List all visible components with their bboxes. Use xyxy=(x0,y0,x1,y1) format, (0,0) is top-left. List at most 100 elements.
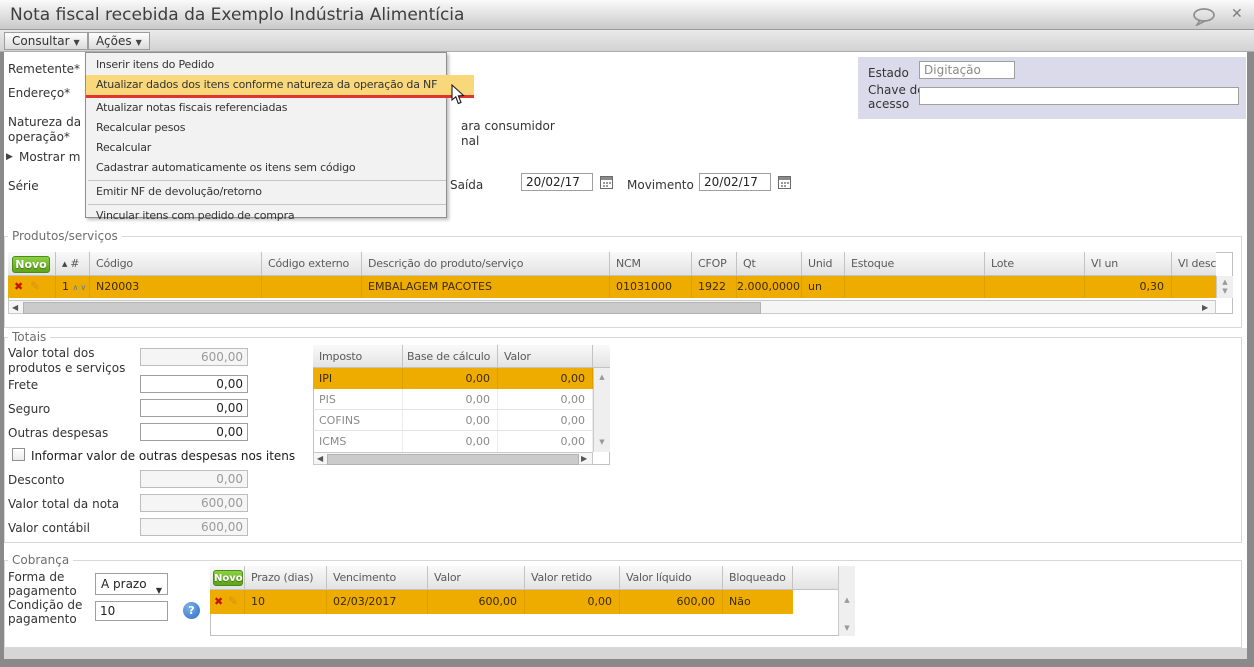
delete-row-icon[interactable]: ✖ xyxy=(14,281,23,293)
scroll-left-icon[interactable]: ◀ xyxy=(12,303,18,313)
menu-item-atualizar-dados-itens[interactable]: Atualizar dados dos itens conforme natur… xyxy=(86,75,474,98)
calendar-icon[interactable] xyxy=(600,175,613,189)
products-row-vl-un[interactable]: 0,30 xyxy=(1085,276,1172,298)
scroll-up-icon[interactable]: ▲ xyxy=(594,373,610,381)
edit-row-icon[interactable]: ✎ xyxy=(228,595,238,607)
payments-header-valor-liquido[interactable]: Valor líquido xyxy=(620,566,723,590)
products-header-vl-desc[interactable]: Vl desc xyxy=(1172,252,1216,276)
products-vertical-scroll[interactable]: ▲ ▼ xyxy=(1216,276,1233,298)
comment-bubble-icon[interactable] xyxy=(1192,8,1218,26)
impostos-row-cofins-name[interactable]: COFINS xyxy=(313,410,403,431)
payments-new-button[interactable]: Novo xyxy=(213,570,243,586)
products-row-lote[interactable] xyxy=(985,276,1085,298)
impostos-row-pis-name[interactable]: PIS xyxy=(313,389,403,410)
impostos-header-base[interactable]: Base de cálculo xyxy=(403,345,498,368)
products-header-codigo[interactable]: Código xyxy=(90,252,262,276)
mostrar-mais-link[interactable]: Mostrar m xyxy=(19,150,80,164)
impostos-row-pis-base[interactable]: 0,00 xyxy=(403,389,498,410)
products-row-qt[interactable]: 2.000,0000 xyxy=(737,276,802,298)
products-header-unid[interactable]: Unid xyxy=(802,252,845,276)
payments-row-valor[interactable]: 600,00 xyxy=(428,590,525,614)
impostos-row-ipi-name[interactable]: IPI xyxy=(313,368,403,389)
menu-button-acoes[interactable]: Ações ▼ xyxy=(88,32,150,50)
products-row-unid[interactable]: un xyxy=(802,276,845,298)
products-header-descricao[interactable]: Descrição do produto/serviço xyxy=(362,252,610,276)
frete-field[interactable] xyxy=(140,375,248,393)
reorder-up-down-icons[interactable]: ∧∨ xyxy=(73,283,89,292)
products-header-index[interactable]: ▲ # xyxy=(56,252,90,276)
products-header-estoque[interactable]: Estoque xyxy=(845,252,985,276)
menu-button-consultar[interactable]: Consultar ▼ xyxy=(4,32,88,50)
products-header-vl-un[interactable]: Vl un xyxy=(1085,252,1172,276)
payments-header-vencimento[interactable]: Vencimento xyxy=(327,566,428,590)
impostos-row-ipi-valor[interactable]: 0,00 xyxy=(498,368,593,389)
products-row-estoque[interactable] xyxy=(845,276,985,298)
outras-despesas-checkbox[interactable] xyxy=(12,448,25,461)
scroll-up-icon[interactable]: ▲ xyxy=(839,596,855,604)
products-scrollbar-thumb[interactable] xyxy=(23,302,761,314)
products-row-vl-desc[interactable] xyxy=(1172,276,1216,298)
movimento-date-field[interactable] xyxy=(699,173,771,191)
products-row-index-cell[interactable]: 1 ∧∨ xyxy=(56,276,90,298)
scroll-down-icon[interactable]: ▼ xyxy=(839,624,855,632)
payments-vertical-scroll[interactable]: ▲ ▼ xyxy=(838,566,855,636)
products-new-button[interactable]: Novo xyxy=(12,256,50,273)
chave-acesso-field[interactable] xyxy=(919,87,1239,105)
scroll-left-icon[interactable]: ◀ xyxy=(317,454,323,464)
condicao-pagamento-field[interactable] xyxy=(95,601,168,621)
payments-row-vencimento[interactable]: 02/03/2017 xyxy=(327,590,428,614)
menu-item-recalcular-pesos[interactable]: Recalcular pesos xyxy=(86,118,446,138)
scroll-right-icon[interactable]: ▶ xyxy=(581,454,587,464)
menu-item-cadastrar-automaticamente[interactable]: Cadastrar automaticamente os itens sem c… xyxy=(86,158,446,178)
products-row-ncm[interactable]: 01031000 xyxy=(610,276,692,298)
payments-row-bloqueado[interactable]: Não xyxy=(723,590,793,614)
impostos-header-imposto[interactable]: Imposto xyxy=(313,345,403,368)
impostos-row-cofins-valor[interactable]: 0,00 xyxy=(498,410,593,431)
products-header-lote[interactable]: Lote xyxy=(985,252,1085,276)
impostos-row-pis-valor[interactable]: 0,00 xyxy=(498,389,593,410)
impostos-row-cofins-base[interactable]: 0,00 xyxy=(403,410,498,431)
impostos-scrollbar-thumb[interactable] xyxy=(327,454,579,465)
help-icon[interactable]: ? xyxy=(183,602,200,619)
impostos-header-valor[interactable]: Valor xyxy=(498,345,593,368)
scroll-up-icon[interactable]: ▲ xyxy=(1217,278,1233,286)
menu-item-recalcular[interactable]: Recalcular xyxy=(86,138,446,158)
edit-row-icon[interactable]: ✎ xyxy=(30,280,40,292)
products-row-codigo-externo[interactable] xyxy=(262,276,362,298)
impostos-row-icms-base[interactable]: 0,00 xyxy=(403,431,498,452)
menu-item-emitir-nf-devolucao[interactable]: Emitir NF de devolução/retorno xyxy=(86,182,446,202)
payments-header-valor-retido[interactable]: Valor retido xyxy=(525,566,620,590)
menu-item-inserir-itens[interactable]: Inserir itens do Pedido xyxy=(86,55,446,75)
scroll-down-icon[interactable]: ▼ xyxy=(594,438,610,446)
impostos-row-icms-name[interactable]: ICMS xyxy=(313,431,403,452)
products-header-codigo-externo[interactable]: Código externo xyxy=(262,252,362,276)
close-icon[interactable]: ✕ xyxy=(1231,6,1243,22)
products-header-ncm[interactable]: NCM xyxy=(610,252,692,276)
seguro-field[interactable] xyxy=(140,399,248,417)
expand-arrow-icon[interactable]: ▶ xyxy=(6,152,13,162)
products-header-qt[interactable]: Qt xyxy=(737,252,802,276)
impostos-row-icms-valor[interactable]: 0,00 xyxy=(498,431,593,452)
delete-row-icon[interactable]: ✖ xyxy=(214,596,223,608)
calendar-icon[interactable] xyxy=(778,175,791,189)
menu-item-atualizar-notas-referenciadas[interactable]: Atualizar notas fiscais referenciadas xyxy=(86,98,446,118)
saida-date-field[interactable] xyxy=(521,173,593,191)
products-row-cfop[interactable]: 1922 xyxy=(692,276,737,298)
impostos-vertical-scroll[interactable]: ▲ ▼ xyxy=(593,368,610,452)
impostos-row-ipi-base[interactable]: 0,00 xyxy=(403,368,498,389)
payments-row-valor-liquido[interactable]: 600,00 xyxy=(620,590,723,614)
payments-header-prazo[interactable]: Prazo (dias) xyxy=(245,566,327,590)
payments-row-valor-retido[interactable]: 0,00 xyxy=(525,590,620,614)
menu-item-vincular-itens-pedido[interactable]: Vincular itens com pedido de compra xyxy=(86,206,446,226)
forma-pagamento-select[interactable]: A prazo ▼ xyxy=(95,573,168,595)
products-header-cfop[interactable]: CFOP xyxy=(692,252,737,276)
products-row-codigo[interactable]: N20003 xyxy=(90,276,262,298)
payments-header-bloqueado[interactable]: Bloqueado xyxy=(723,566,793,590)
payments-header-valor[interactable]: Valor xyxy=(428,566,525,590)
products-horizontal-scrollbar[interactable]: ◀ ▶ xyxy=(8,300,1216,314)
impostos-horizontal-scrollbar[interactable]: ◀ ▶ xyxy=(313,452,593,465)
outras-despesas-field[interactable] xyxy=(140,423,248,441)
scroll-down-icon[interactable]: ▼ xyxy=(1217,287,1233,295)
payments-row-prazo[interactable]: 10 xyxy=(245,590,327,614)
products-row-descricao[interactable]: EMBALAGEM PACOTES xyxy=(362,276,610,298)
